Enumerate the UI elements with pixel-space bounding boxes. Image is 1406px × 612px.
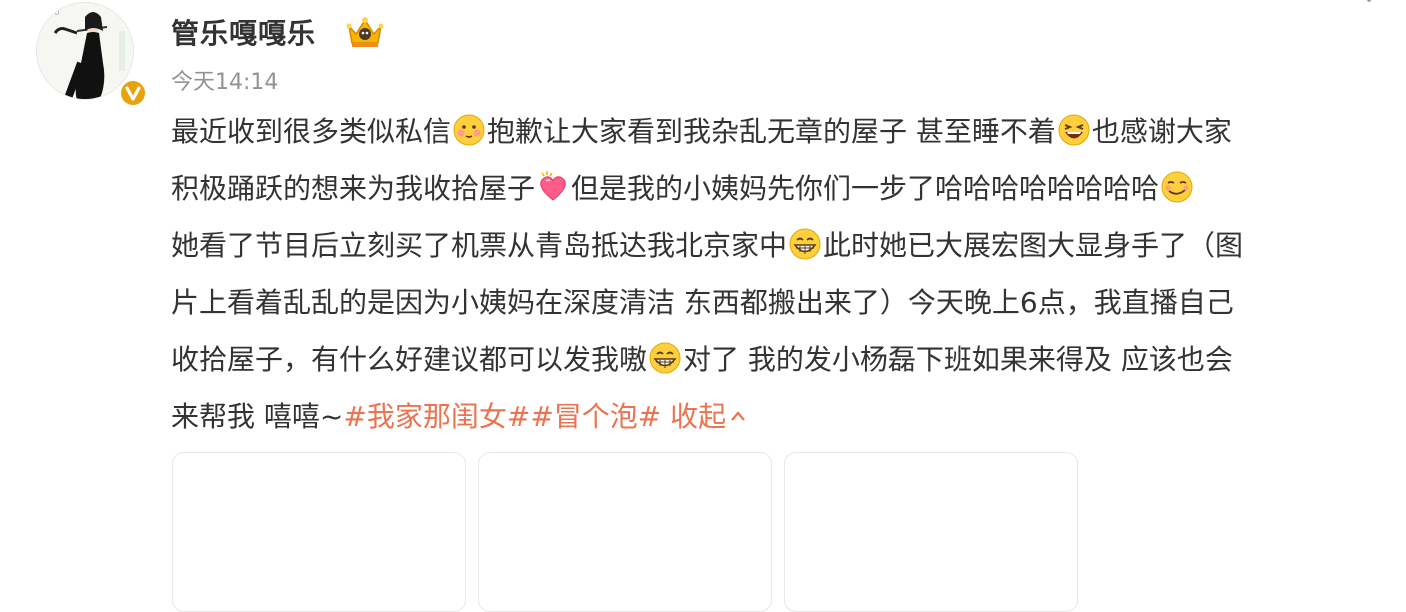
post-text-segment: 抱歉让大家看到我杂乱无章的屋子 甚至睡不着 (487, 115, 1056, 148)
post-content: 最近收到很多类似私信 抱歉让大家看到我杂乱无章的屋子 甚至睡不着 也感谢大家积极踊跃… (171, 103, 1391, 445)
hashtag-link[interactable]: #冒个泡# (530, 400, 661, 433)
laughing-icon (1057, 113, 1091, 147)
post-text-segment: 来帮我 嘻嘻~ (171, 400, 344, 433)
post-text-segment: 最近收到很多类似私信 (171, 115, 452, 148)
post-text-segment: 收拾屋子，有什么好建议都可以发我嗷 (171, 343, 648, 376)
grin-icon (788, 227, 822, 261)
heart-icon (536, 170, 570, 204)
post-text-segment: 但是我的小姨妈先你们一步了哈哈哈哈哈哈哈哈 (571, 172, 1160, 205)
post-text-segment: 对了 我的发小杨磊下班如果来得及 应该也会 (683, 343, 1233, 376)
post-text-line: 积极踊跃的想来为我收拾屋子 但是我的小姨妈先你们一步了哈哈哈哈哈哈哈哈 (171, 160, 1391, 217)
post-text-segment: 片上看着乱乱的是因为小姨妈在深度清洁 东西都搬出来了）今天晚上6点，我直播自己 (171, 286, 1234, 319)
chevron-up-icon (730, 410, 746, 422)
post-text-segment: 她看了节目后立刻买了机票从青岛抵达我北京家中 (171, 229, 788, 262)
image-thumbnail-3[interactable] (784, 452, 1078, 612)
image-thumbnail-2[interactable] (478, 452, 772, 612)
smirk-icon (1160, 170, 1194, 204)
avatar-container[interactable]: Wo (36, 2, 147, 107)
username[interactable]: 管乐嘎嘎乐 (171, 12, 316, 52)
post-text-line: 来帮我 嘻嘻~#我家那闺女##冒个泡# 收起 (171, 388, 1391, 445)
grin-icon (648, 341, 682, 375)
post-text-segment: 也感谢大家 (1091, 115, 1232, 148)
chevron-down-icon[interactable] (1362, 0, 1376, 4)
post-text-line: 最近收到很多类似私信 抱歉让大家看到我杂乱无章的屋子 甚至睡不着 也感谢大家 (171, 103, 1391, 160)
verified-badge-icon (118, 78, 148, 108)
crown-icon[interactable] (344, 14, 386, 50)
hashtag-link[interactable]: #我家那闺女# (343, 400, 530, 433)
post-text-segment: 积极踊跃的想来为我收拾屋子 (171, 172, 536, 205)
blush-icon (452, 113, 486, 147)
svg-text:Wo: Wo (47, 8, 59, 17)
image-thumbnail-1[interactable] (172, 452, 466, 612)
post-text-line: 收拾屋子，有什么好建议都可以发我嗷 对了 我的发小杨磊下班如果来得及 应该也会 (171, 331, 1391, 388)
post-text-line: 片上看着乱乱的是因为小姨妈在深度清洁 东西都搬出来了）今天晚上6点，我直播自己 (171, 274, 1391, 331)
collapse-button[interactable]: 收起 (661, 400, 746, 433)
post-text-segment: 此时她已大展宏图大显身手了（图 (823, 229, 1244, 262)
post-text-line: 她看了节目后立刻买了机票从青岛抵达我北京家中 此时她已大展宏图大显身手了（图 (171, 217, 1391, 274)
collapse-label: 收起 (661, 400, 727, 433)
post-timestamp[interactable]: 今天14:14 (171, 64, 278, 96)
